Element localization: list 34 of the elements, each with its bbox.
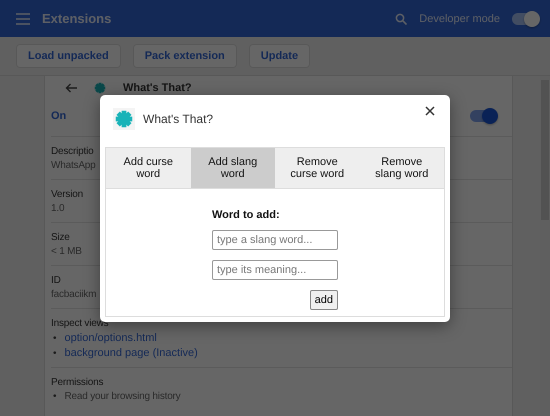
enable-toggle[interactable] — [470, 110, 496, 122]
developer-mode-label: Developer mode — [419, 12, 500, 24]
section-label: Permissions — [51, 377, 104, 388]
extension-title: What's That? — [123, 82, 192, 94]
tab[interactable]: Add slang word — [190, 148, 275, 188]
bullet-marker: • — [53, 348, 57, 358]
menu-icon[interactable] — [16, 12, 30, 24]
section-label: Descriptio — [51, 146, 94, 157]
tab[interactable]: Remove curse word — [275, 148, 360, 188]
tab[interactable]: Remove slang word — [360, 148, 444, 188]
section-value: < 1 MB — [51, 246, 82, 257]
search-icon[interactable] — [395, 12, 408, 24]
input-field[interactable]: type a slang word... — [212, 230, 338, 250]
section-value: facbaciikm — [51, 289, 96, 300]
close-icon[interactable] — [423, 104, 437, 118]
developer-mode-toggle[interactable] — [512, 12, 538, 24]
back-arrow-icon[interactable] — [65, 83, 77, 93]
bullet-marker: • — [53, 391, 57, 402]
section-label: Size — [51, 232, 70, 243]
tab[interactable]: Add curse word — [106, 148, 190, 188]
bullet-marker: • — [53, 332, 57, 344]
permission-item: Read your browsing history — [64, 391, 180, 402]
section-label: ID — [51, 275, 61, 286]
dialog-title: What's That? — [143, 112, 214, 126]
section-value: 1.0 — [51, 203, 64, 214]
add-button[interactable]: add — [310, 290, 338, 310]
asterisk-logo-icon — [113, 108, 135, 130]
section-label: Version — [51, 189, 83, 200]
form-heading: Word to add: — [212, 209, 280, 221]
status-label: On — [51, 110, 66, 122]
input-field[interactable]: type its meaning... — [212, 260, 338, 280]
asterisk-logo-icon — [93, 81, 107, 95]
section-value: WhatsApp — [51, 160, 96, 171]
page-title: Extensions — [42, 11, 112, 26]
